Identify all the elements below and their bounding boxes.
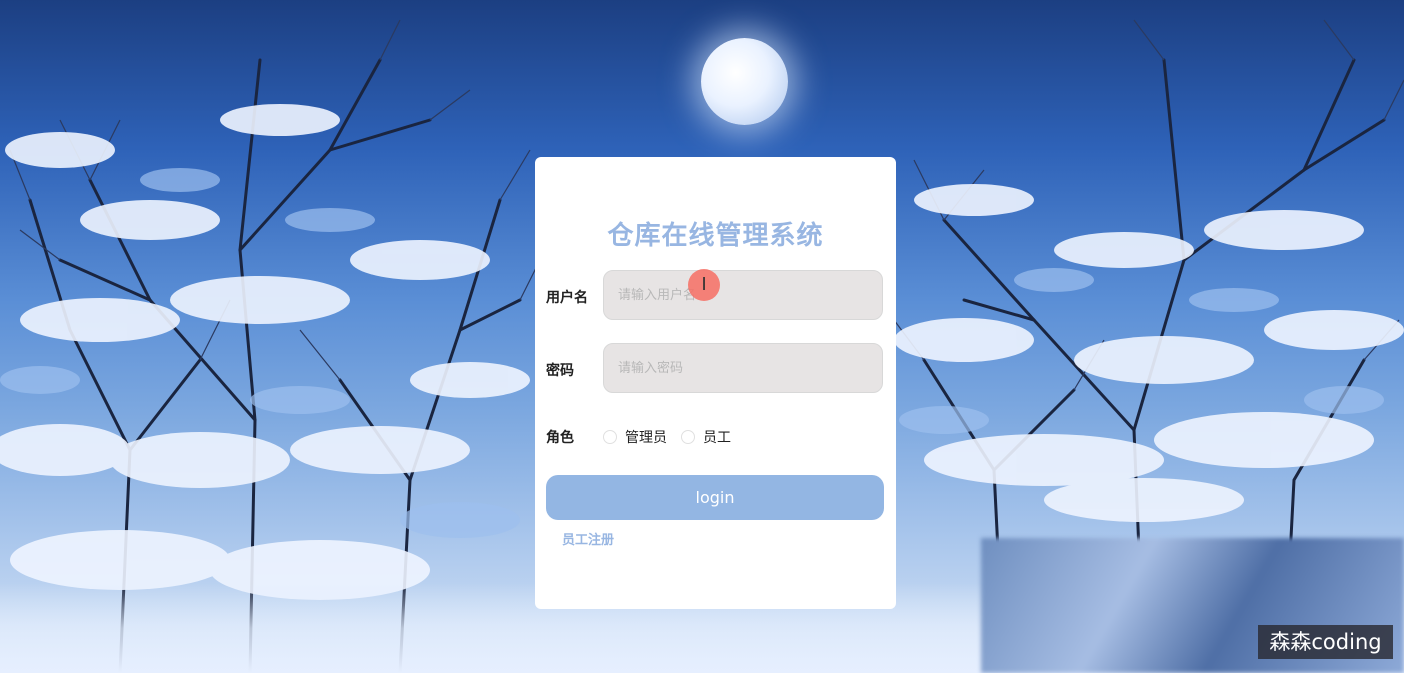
radio-circle-icon[interactable] bbox=[681, 430, 695, 444]
role-option-employee[interactable]: 员工 bbox=[681, 427, 731, 447]
role-option-employee-label: 员工 bbox=[703, 430, 731, 446]
role-label: 角色 bbox=[546, 430, 574, 446]
login-page: 森森coding 仓库在线管理系统 用户名 密码 角色 管理员 员工 login… bbox=[0, 0, 1404, 673]
username-label: 用户名 bbox=[546, 290, 588, 306]
password-input[interactable] bbox=[603, 343, 883, 393]
register-link[interactable]: 员工注册 bbox=[562, 529, 614, 548]
login-card: 仓库在线管理系统 用户名 密码 角色 管理员 员工 login 员工注册 bbox=[535, 157, 896, 609]
password-label: 密码 bbox=[546, 363, 574, 379]
watermark: 森森coding bbox=[1258, 625, 1393, 659]
radio-circle-icon[interactable] bbox=[603, 430, 617, 444]
role-option-admin[interactable]: 管理员 bbox=[603, 427, 667, 447]
snowy-trees-left-background bbox=[0, 19, 540, 673]
username-input[interactable] bbox=[603, 270, 883, 320]
moon-background bbox=[701, 38, 788, 125]
role-option-admin-label: 管理员 bbox=[625, 430, 667, 446]
login-button[interactable]: login bbox=[546, 475, 884, 520]
page-title: 仓库在线管理系统 bbox=[607, 221, 824, 251]
text-cursor-icon: I bbox=[701, 274, 707, 295]
